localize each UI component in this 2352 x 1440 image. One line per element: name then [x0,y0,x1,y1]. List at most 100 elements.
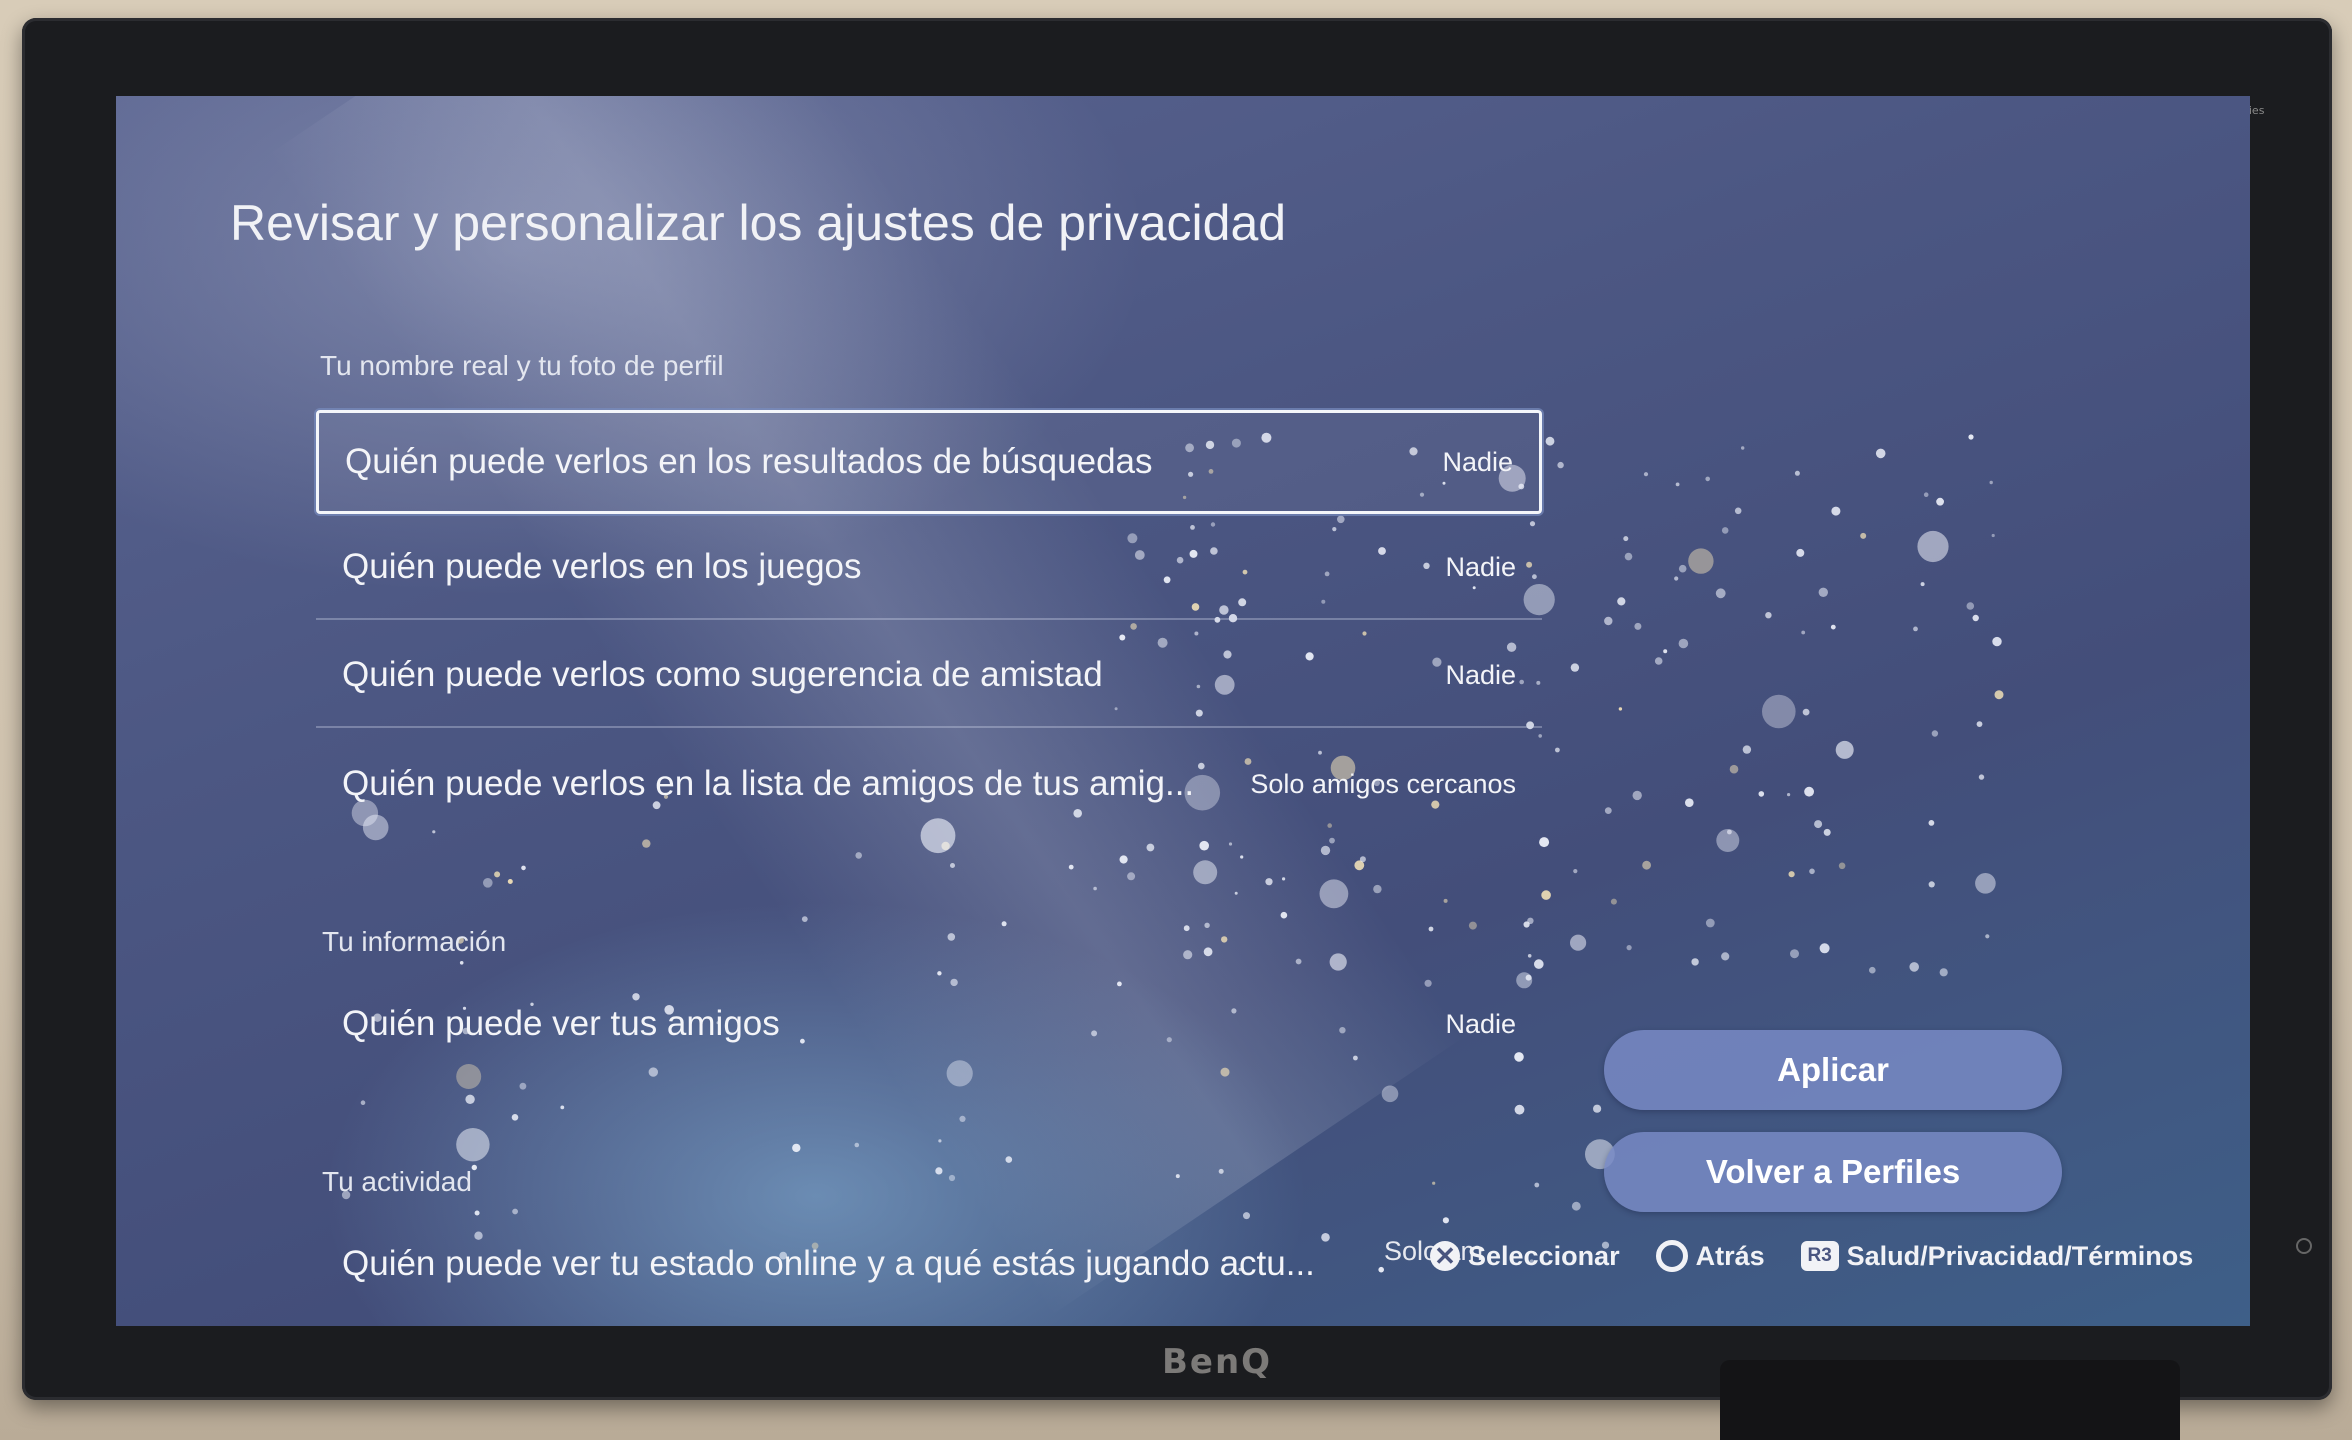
sparkle-particle [456,1128,490,1162]
sparkle-particle [360,1100,366,1105]
sparkle-particle [1860,532,1867,539]
sparkle-particle [1632,790,1642,801]
hint-health-privacy-terms[interactable]: R3 Salud/Privacidad/Términos [1800,1241,2193,1272]
sparkle-particle [1280,911,1288,919]
sparkle-particle [948,1174,956,1182]
sparkle-particle [1991,533,1995,538]
setting-friend-suggestion[interactable]: Quién puede verlos como sugerencia de am… [316,624,1542,728]
sparkle-particle [1802,708,1810,716]
monitor-brand-logo: BenQ [1162,1342,1273,1382]
hint-back-label: Atrás [1695,1240,1765,1271]
sparkle-particle [483,878,493,888]
sparkle-particle [938,1139,942,1143]
sparkle-particle [1570,934,1587,951]
sparkle-particle [1920,582,1925,587]
setting-value: Nadie [1445,551,1516,582]
sparkle-particle [1975,873,1996,894]
setting-label: Quién puede ver tu estado online y a qué… [342,1244,1315,1283]
sparkle-particle [1909,962,1919,972]
sparkle-particle [519,1082,527,1090]
sparkle-particle [1875,448,1886,459]
sparkle-particle [1183,925,1190,932]
sparkle-particle [1221,936,1228,943]
sparkle-particle [1788,871,1795,878]
hint-select[interactable]: ✕ Seleccionar [1430,1241,1620,1272]
sparkle-particle [1514,1104,1525,1115]
sparkle-particle [1741,446,1745,450]
sparkle-particle [1818,587,1829,597]
sparkle-particle [1204,922,1210,928]
sparkle-particle [1146,843,1155,852]
sparkle-particle [459,961,464,965]
sparkle-particle [1623,536,1629,542]
sparkle-particle [1721,527,1729,534]
sparkle-particle [1715,588,1726,599]
setting-search-results[interactable]: Quién puede verlos en los resultados de … [316,410,1542,514]
setting-in-games[interactable]: Quién puede verlos en los juegos Nadie [316,516,1542,620]
sparkle-particle [1373,884,1382,894]
sparkle-particle [1931,730,1939,737]
sparkle-particle [1119,855,1128,864]
sparkle-particle [1093,886,1097,891]
sparkle-particle [1642,860,1651,870]
setting-label: Quién puede verlos como sugerencia de am… [342,655,1103,694]
sparkle-particle [1175,1174,1180,1179]
sparkle-particle [1654,657,1663,665]
sparkle-particle [1976,721,1983,727]
setting-value: Nadie [1445,1008,1516,1039]
back-to-profiles-button[interactable]: Volver a Perfiles [1604,1132,2062,1212]
setting-friends-of-friends-list[interactable]: Quién puede verlos en la lista de amigos… [316,732,1542,836]
sparkle-particle [1838,862,1846,870]
sparkle-particle [1978,774,1985,780]
sparkle-particle [1573,869,1578,874]
sparkle-particle [1758,791,1765,797]
sparkle-particle [1557,461,1564,469]
sparkle-particle [801,916,808,922]
sparkle-particle [1966,602,1975,610]
sparkle-particle [947,933,956,941]
sparkle-particle [1705,918,1715,928]
power-icon[interactable] [2296,1238,2312,1254]
setting-online-status[interactable]: Quién puede ver tu estado online y a qué… [316,1212,1315,1316]
sparkle-particle [1678,564,1687,573]
sparkle-particle [1830,624,1836,630]
sparkle-particle [1705,476,1710,482]
sparkle-particle [465,1094,475,1104]
sparkle-particle [642,839,651,848]
sparkle-particle [1604,807,1612,814]
sparkle-particle [1329,837,1335,844]
sparkle-particle [1804,786,1814,797]
setting-label: Quién puede verlos en los juegos [342,547,862,586]
sparkle-particle [854,1142,860,1148]
sparkle-particle [1787,793,1791,797]
apply-button[interactable]: Aplicar [1604,1030,2062,1110]
sparkle-particle [1593,1104,1602,1113]
sparkle-particle [1819,943,1830,954]
sparkle-particle [1634,622,1642,630]
setting-who-sees-friends[interactable]: Quién puede ver tus amigos Nadie [316,972,1542,1076]
sparkle-particle [1801,630,1806,635]
sparkle-particle [1729,764,1739,774]
sparkle-particle [1913,626,1918,632]
circle-button-icon [1655,1240,1688,1272]
hint-back[interactable]: Atrás [1655,1240,1765,1272]
section-label-your-info: Tu información [322,926,507,957]
hint-select-label: Seleccionar [1468,1240,1620,1271]
sparkle-particle [1674,576,1679,581]
sparkle-particle [1545,436,1555,446]
sparkle-particle [950,863,955,868]
sparkle-particle [1691,958,1699,966]
setting-value: Nadie [1445,659,1516,690]
section-label-real-name: Tu nombre real y tu foto de perfil [320,350,724,381]
sparkle-particle [792,1143,801,1153]
sparkle-particle [1228,842,1233,846]
page-title: Revisar y personalizar los ajustes de pr… [230,195,1287,251]
sparkle-particle [1321,1233,1330,1242]
sparkle-particle [1527,917,1534,924]
sparkle-particle [1320,845,1331,856]
sparkle-particle [1823,828,1831,836]
sparkle-particle [494,871,501,878]
sparkle-particle [1432,1181,1436,1185]
sparkle-particle [1068,864,1074,870]
cross-button-icon: ✕ [1430,1241,1460,1271]
